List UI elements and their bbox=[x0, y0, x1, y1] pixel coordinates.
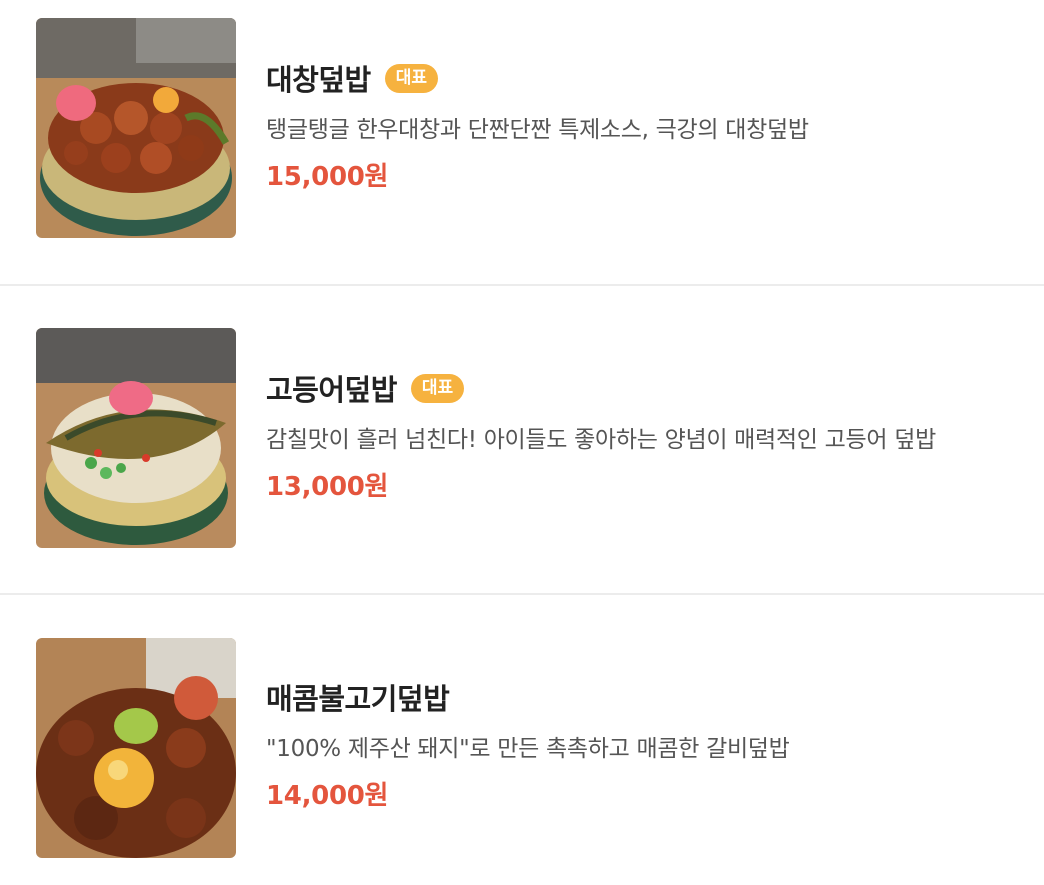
menu-item-name-row: 대창덮밥 대표 bbox=[266, 58, 809, 98]
menu-item-info: 고등어덮밥 대표 감칠맛이 흘러 넘친다! 아이들도 좋아하는 양념이 매력적인… bbox=[266, 368, 936, 503]
menu-list: 대창덮밥 대표 탱글탱글 한우대창과 단짠단짠 특제소스, 극강의 대창덮밥 1… bbox=[0, 0, 1044, 885]
signature-badge: 대표 bbox=[384, 63, 439, 93]
menu-item-description: "100% 제주산 돼지"로 만든 촉촉하고 매콤한 갈비덮밥 bbox=[266, 736, 790, 762]
menu-item-name: 대창덮밥 bbox=[266, 63, 371, 97]
menu-item-name: 매콤불고기덮밥 bbox=[266, 682, 450, 716]
menu-item-price: 15,000원 bbox=[266, 162, 389, 192]
menu-item-description: 탱글탱글 한우대창과 단짠단짠 특제소스, 극강의 대창덮밥 bbox=[266, 117, 809, 143]
menu-item-spicy-bulgogi[interactable]: 매콤불고기덮밥 "100% 제주산 돼지"로 만든 촉촉하고 매콤한 갈비덮밥 … bbox=[0, 593, 1044, 877]
menu-item-image bbox=[36, 638, 236, 858]
menu-item-name-row: 매콤불고기덮밥 bbox=[266, 677, 790, 717]
menu-item-info: 매콤불고기덮밥 "100% 제주산 돼지"로 만든 촉촉하고 매콤한 갈비덮밥 … bbox=[266, 677, 790, 812]
menu-item-image bbox=[36, 18, 236, 238]
menu-item-description: 감칠맛이 흘러 넘친다! 아이들도 좋아하는 양념이 매력적인 고등어 덮밥 bbox=[266, 427, 936, 453]
menu-item-mackerel[interactable]: 고등어덮밥 대표 감칠맛이 흘러 넘친다! 아이들도 좋아하는 양념이 매력적인… bbox=[0, 284, 1044, 568]
signature-badge: 대표 bbox=[410, 373, 465, 403]
menu-item-image bbox=[36, 328, 236, 548]
menu-item-daechang[interactable]: 대창덮밥 대표 탱글탱글 한우대창과 단짠단짠 특제소스, 극강의 대창덮밥 1… bbox=[0, 0, 1044, 284]
menu-item-info: 대창덮밥 대표 탱글탱글 한우대창과 단짠단짠 특제소스, 극강의 대창덮밥 1… bbox=[266, 58, 809, 193]
menu-item-name-row: 고등어덮밥 대표 bbox=[266, 368, 936, 408]
menu-item-price: 14,000원 bbox=[266, 781, 389, 811]
menu-item-price: 13,000원 bbox=[266, 472, 389, 502]
menu-item-name: 고등어덮밥 bbox=[266, 373, 397, 407]
